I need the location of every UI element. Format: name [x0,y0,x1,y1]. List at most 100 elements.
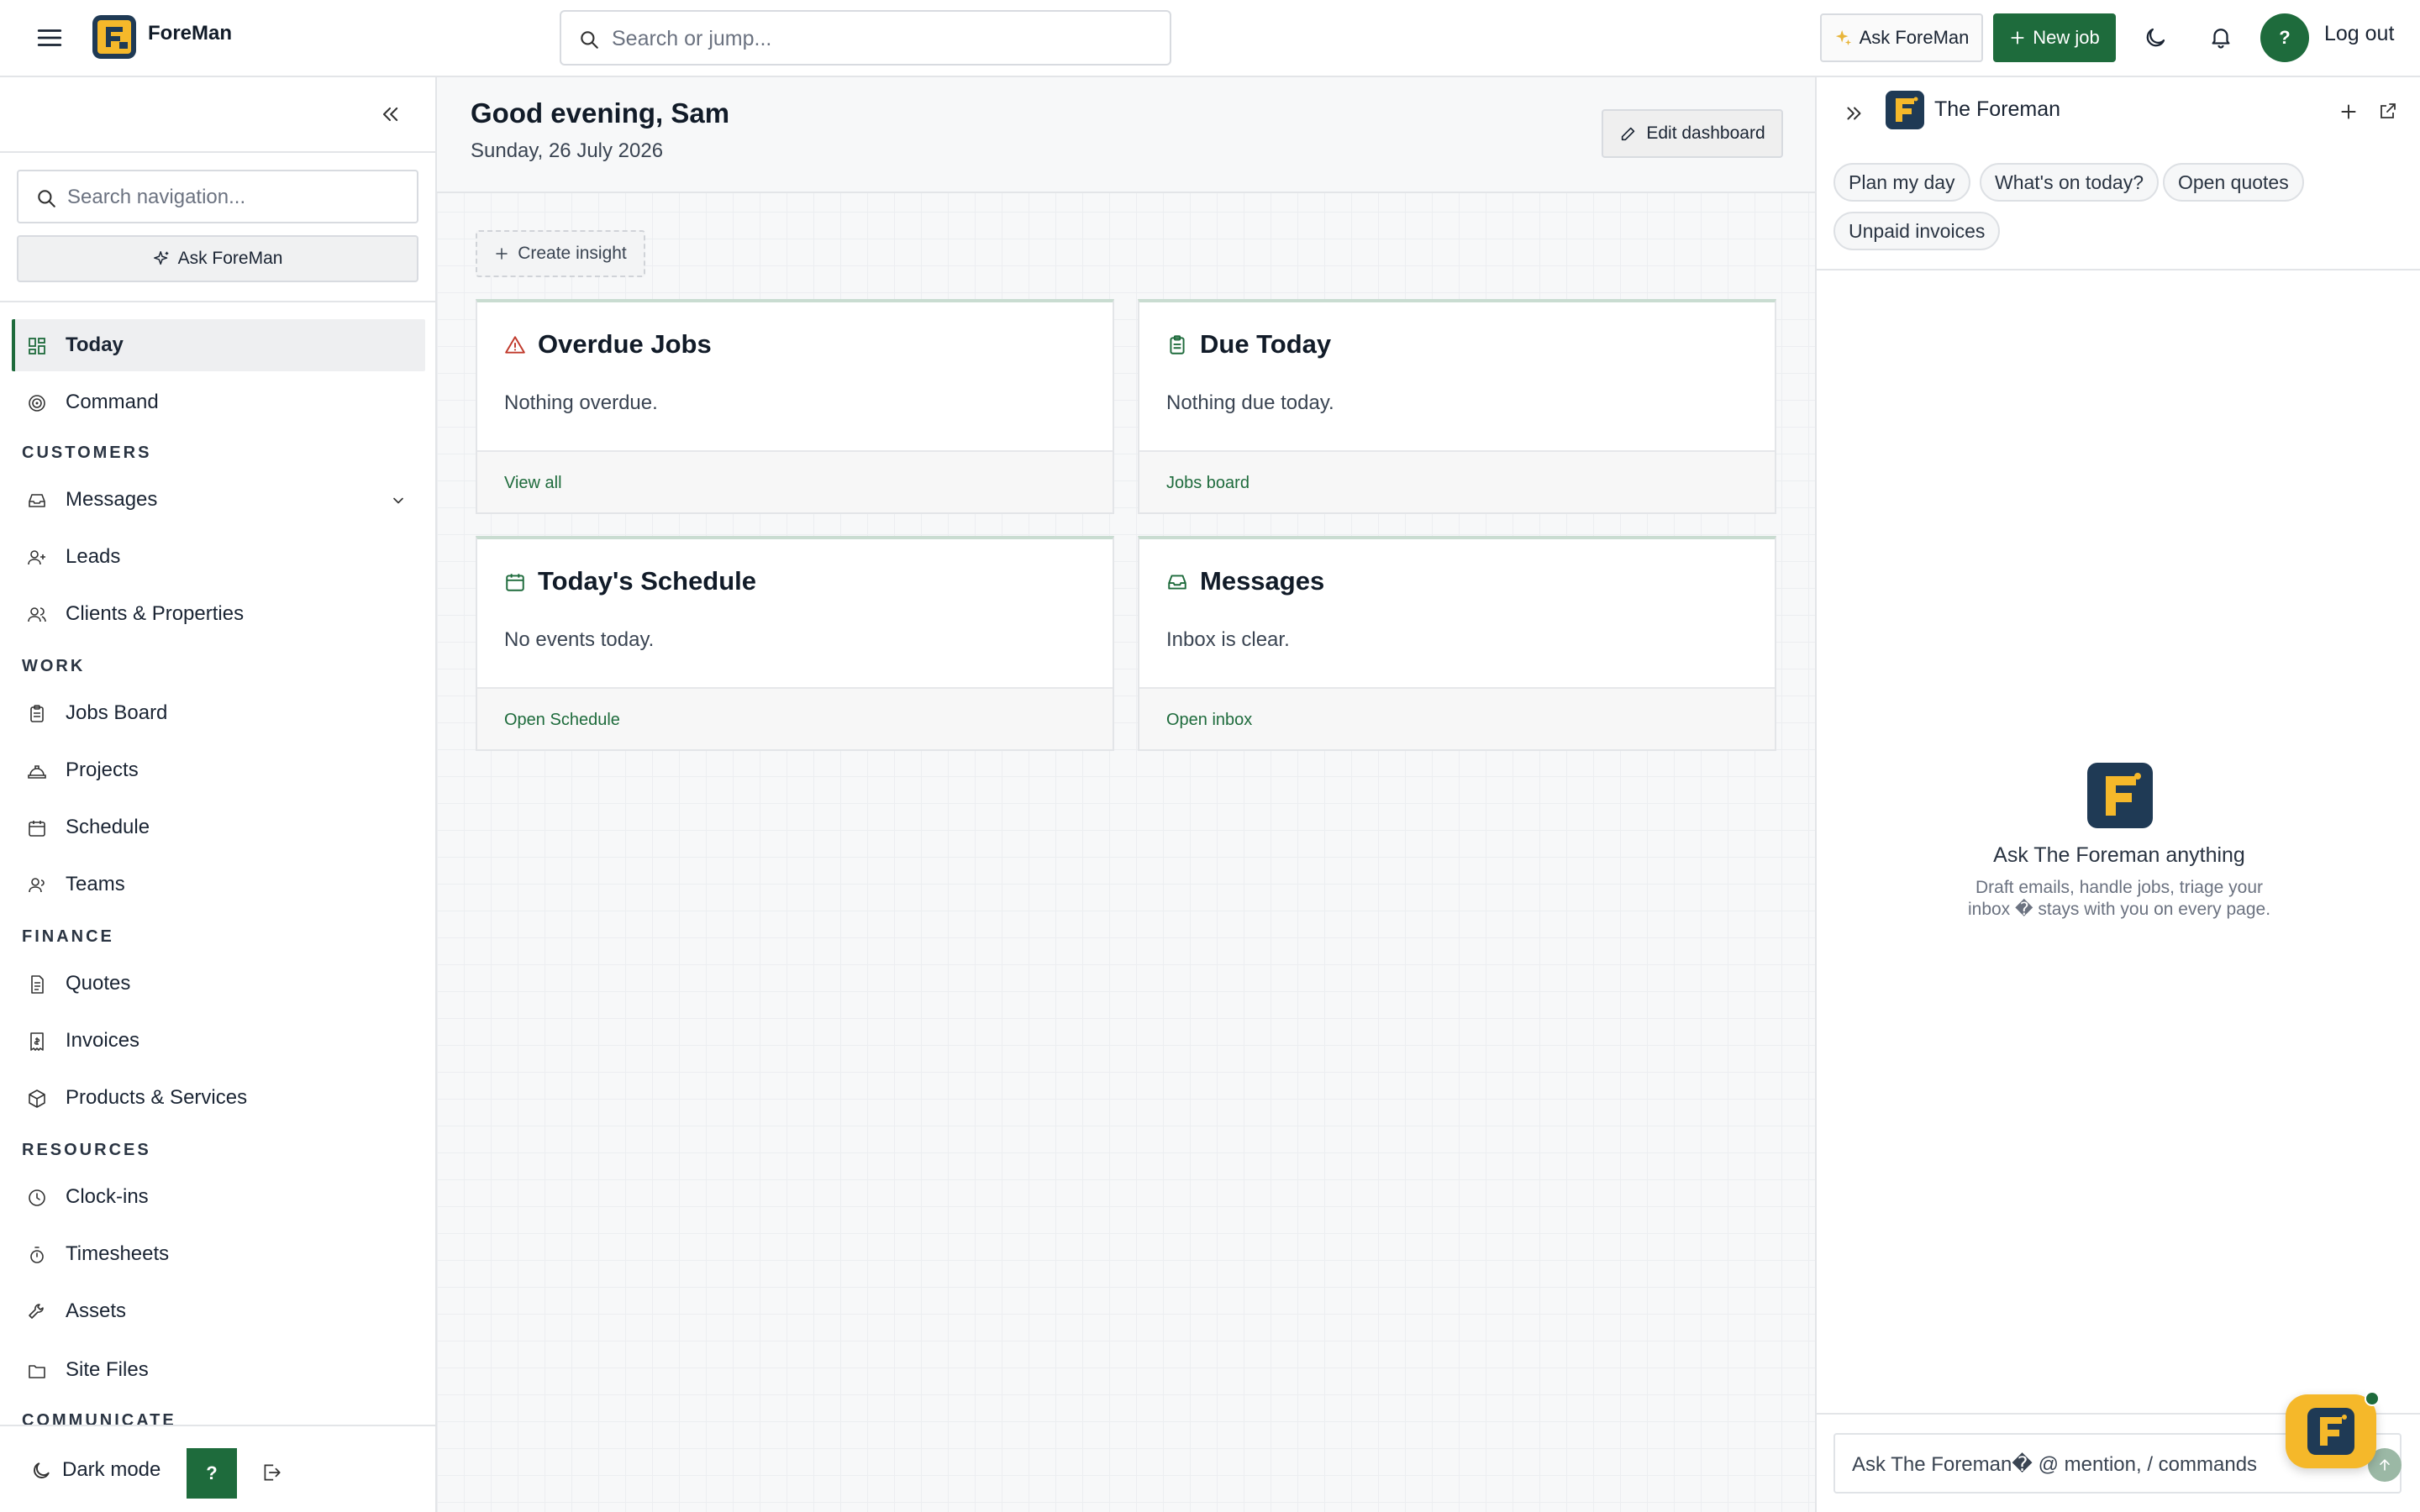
receipt-icon [27,1032,47,1052]
sign-out-icon[interactable] [260,1462,282,1483]
sidebar: Ask ForeMan Today Command CUSTOMERS Mess… [0,77,437,1512]
open-schedule-link[interactable]: Open Schedule [504,711,620,730]
sidebar-item-schedule[interactable]: Schedule [12,801,425,853]
dark-mode-toggle[interactable]: Dark mode [62,1458,160,1482]
moon-icon [30,1460,52,1482]
new-chat-plus-icon[interactable] [2338,101,2360,123]
assistant-panel: The Foreman Plan my day What's on today?… [1815,77,2420,1512]
search-icon [578,29,600,50]
wrench-icon [27,1302,47,1322]
inbox-icon [1166,571,1188,593]
suggestion-chip[interactable]: Plan my day [1833,163,1970,202]
view-all-link[interactable]: View all [504,474,562,493]
help-button[interactable]: ? [187,1448,237,1499]
sidebar-item-clients-properties[interactable]: Clients & Properties [12,588,425,640]
collapse-sidebar-icon[interactable] [378,102,402,126]
ask-foreman-button[interactable]: Ask ForeMan [1820,13,1983,62]
foreman-logo [1886,91,1924,129]
sidebar-item-label: Leads [66,545,121,568]
sidebar-item-label: Quotes [66,972,131,995]
sidebar-item-label: Products & Services [66,1086,248,1109]
sidebar-item-today[interactable]: Today [12,319,425,371]
section-heading-customers: CUSTOMERS [22,444,152,462]
dashboard-header: Good evening, Sam Sunday, 26 July 2026 E… [437,77,1815,193]
open-inbox-link[interactable]: Open inbox [1166,711,1252,730]
assistant-chat-input-field[interactable] [1852,1450,2323,1480]
sidebar-item-timesheets[interactable]: Timesheets [12,1228,425,1280]
box-icon [27,1089,47,1109]
theme-toggle-moon-icon[interactable] [2143,25,2168,50]
suggestion-chip[interactable]: What's on today? [1980,163,2159,202]
open-external-icon[interactable] [2378,101,2398,121]
navigation-search[interactable] [17,170,418,223]
empty-state-subtitle: Draft emails, handle jobs, triage your i… [1967,878,2271,919]
edit-dashboard-label: Edit dashboard [1646,123,1765,143]
sidebar-item-label: Projects [66,759,139,781]
sidebar-item-clock-ins[interactable]: Clock-ins [12,1171,425,1223]
global-search-input[interactable] [612,22,1150,55]
new-job-button[interactable]: New job [1993,13,2116,62]
card-title: Due Today [1200,329,1332,359]
divider [0,301,435,302]
sidebar-item-jobs-board[interactable]: Jobs Board [12,687,425,739]
target-icon [27,393,47,413]
todays-schedule-card: Today's Schedule No events today. Open S… [476,536,1114,751]
chevron-down-icon[interactable] [390,492,407,509]
sidebar-item-label: Command [66,391,159,413]
sidebar-item-leads[interactable]: Leads [12,531,425,583]
hamburger-menu-icon[interactable] [35,24,64,52]
sidebar-item-label: Site Files [66,1358,149,1381]
due-today-card: Due Today Nothing due today. Jobs board [1138,299,1776,514]
card-footer: View all [477,450,1113,512]
search-icon [35,187,57,209]
warning-triangle-icon [504,334,526,356]
calendar-icon [27,818,47,838]
sidebar-item-label: Timesheets [66,1242,170,1265]
dashboard-main: Good evening, Sam Sunday, 26 July 2026 E… [437,77,1815,1512]
card-title: Overdue Jobs [538,329,712,359]
online-status-dot [2365,1391,2380,1406]
logout-link[interactable]: Log out [2324,22,2394,46]
sidebar-item-assets[interactable]: Assets [12,1285,425,1337]
section-heading-finance: FINANCE [22,927,114,946]
global-search[interactable] [560,10,1171,66]
foreman-logo [2307,1408,2354,1455]
suggestion-chip[interactable]: Unpaid invoices [1833,212,2001,250]
sidebar-item-invoices[interactable]: Invoices [12,1015,425,1067]
sidebar-item-messages[interactable]: Messages [12,474,425,526]
users-icon [27,605,47,625]
sidebar-item-label: Invoices [66,1029,140,1052]
sidebar-item-command[interactable]: Command [12,376,425,428]
user-avatar[interactable]: ? [2260,13,2309,62]
suggestion-chip[interactable]: Open quotes [2163,163,2304,202]
app-logo[interactable] [92,15,136,59]
create-insight-button[interactable]: Create insight [476,230,645,277]
sidebar-item-products-services[interactable]: Products & Services [12,1072,425,1124]
top-bar: ForeMan Ask ForeMan New job ? Log out [0,0,2420,77]
card-body: Nothing overdue. [504,391,658,414]
foreman-floating-button[interactable] [2286,1394,2376,1468]
sidebar-ask-foreman-label: Ask ForeMan [177,249,283,268]
jobs-board-link[interactable]: Jobs board [1166,474,1249,493]
document-icon [27,974,47,995]
dashboard-grid-icon [27,336,47,356]
sidebar-item-site-files[interactable]: Site Files [12,1344,425,1396]
inbox-icon [27,491,47,511]
sidebar-item-label: Assets [66,1299,127,1322]
sidebar-item-projects[interactable]: Projects [12,744,425,796]
sidebar-item-teams[interactable]: Teams [12,858,425,911]
sidebar-item-label: Messages [66,488,158,511]
hard-hat-icon [27,761,47,781]
sidebar-item-quotes[interactable]: Quotes [12,958,425,1010]
expand-panel-icon[interactable] [1844,102,1865,124]
navigation-search-input[interactable] [67,181,403,213]
edit-dashboard-button[interactable]: Edit dashboard [1602,109,1783,158]
sidebar-ask-foreman-button[interactable]: Ask ForeMan [17,235,418,282]
divider [1817,269,2420,270]
notifications-bell-icon[interactable] [2208,24,2233,50]
sidebar-footer: Dark mode ? [0,1425,435,1512]
divider [0,151,435,153]
calendar-icon [504,571,526,593]
clipboard-list-icon [1166,334,1188,356]
current-date: Sunday, 26 July 2026 [471,139,664,162]
